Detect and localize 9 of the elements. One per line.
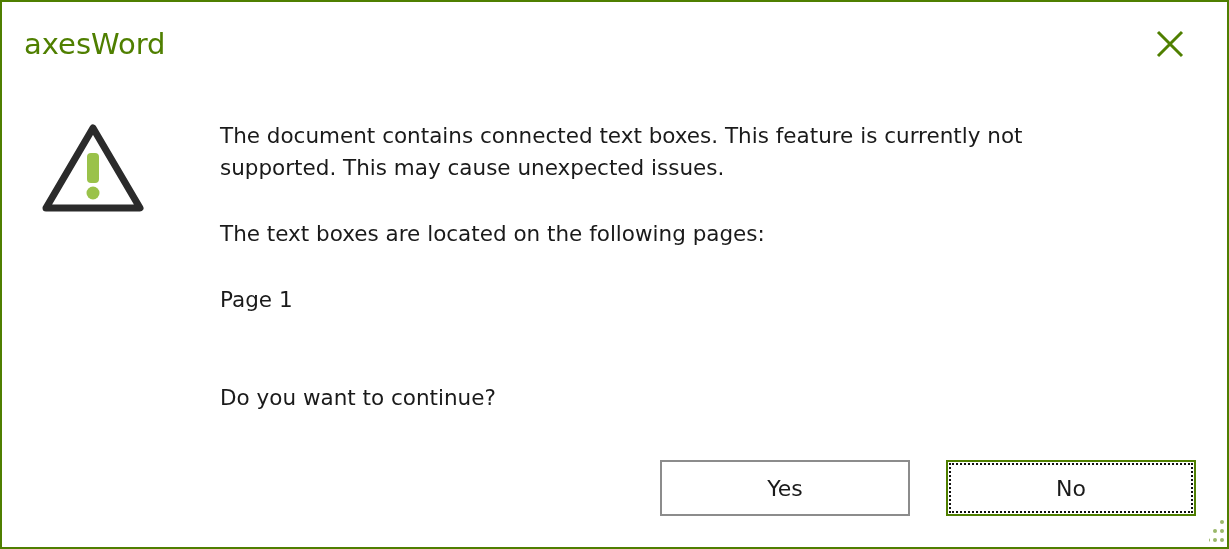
message-text: The document contains connected text boxes. This feature is currently not supported. This may cause unexpected issues. (220, 122, 1024, 182)
resize-grip-icon[interactable] (1209, 519, 1225, 545)
dialog-button[interactable]: Yes (660, 460, 910, 516)
message-text: The text boxes are located on the following pages: (220, 220, 766, 248)
message-text: Page 1 (220, 286, 294, 314)
dialog-button[interactable]: No (946, 460, 1196, 516)
warning-icon (40, 122, 146, 214)
question-text: Do you want to continue? (220, 384, 497, 412)
window-title: axesWord (24, 27, 166, 61)
